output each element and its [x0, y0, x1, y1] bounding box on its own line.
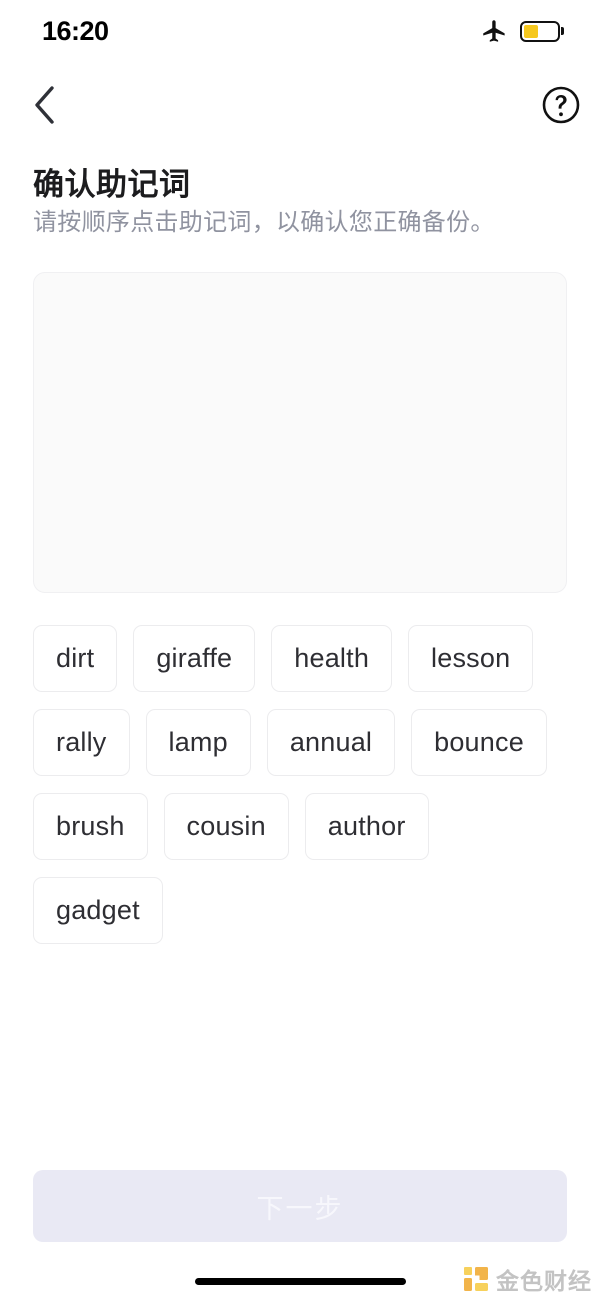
airplane-mode-icon — [483, 19, 505, 42]
watermark: 金色财经 — [463, 1262, 592, 1296]
phone-screen: 16:20 确认助记词 请按顺序点击助记词，以确认您正确备份。 dirt gir… — [0, 0, 600, 1299]
battery-body — [520, 20, 560, 42]
battery-fill — [524, 24, 539, 38]
word-chip[interactable]: author — [304, 793, 429, 860]
status-bar-indicators — [481, 18, 564, 45]
word-chip[interactable]: brush — [33, 793, 148, 860]
home-indicator[interactable] — [195, 1278, 406, 1285]
chevron-left-icon — [35, 86, 54, 124]
next-button[interactable]: 下一步 — [33, 1170, 567, 1242]
word-chip[interactable]: cousin — [163, 793, 289, 860]
battery-low-power-icon — [520, 20, 564, 42]
question-mark-circle-icon — [542, 86, 580, 124]
word-chip[interactable]: bounce — [411, 709, 547, 776]
word-chip[interactable]: dirt — [33, 625, 118, 692]
help-button[interactable] — [534, 78, 588, 132]
status-bar: 16:20 — [0, 0, 600, 62]
word-chip[interactable]: lamp — [145, 709, 251, 776]
back-button[interactable] — [18, 78, 72, 132]
word-chip[interactable]: giraffe — [133, 625, 256, 692]
status-bar-clock: 16:20 — [42, 15, 109, 46]
battery-cap — [561, 27, 564, 35]
word-chip[interactable]: rally — [33, 709, 130, 776]
word-chip[interactable]: annual — [266, 709, 396, 776]
navigation-bar — [0, 72, 600, 138]
selected-words-box[interactable] — [33, 272, 567, 593]
word-pool: dirt giraffe health lesson rally lamp annual bo… — [33, 625, 567, 944]
word-chip[interactable]: gadget — [33, 877, 163, 944]
word-chip[interactable]: health — [271, 625, 393, 692]
page-title: 确认助记词 — [33, 167, 191, 202]
word-chip[interactable]: lesson — [408, 625, 534, 692]
watermark-text: 金色财经 — [496, 1269, 592, 1295]
page-subtitle: 请按顺序点击助记词，以确认您正确备份。 — [33, 209, 495, 236]
jinse-logo-icon — [464, 1267, 488, 1291]
